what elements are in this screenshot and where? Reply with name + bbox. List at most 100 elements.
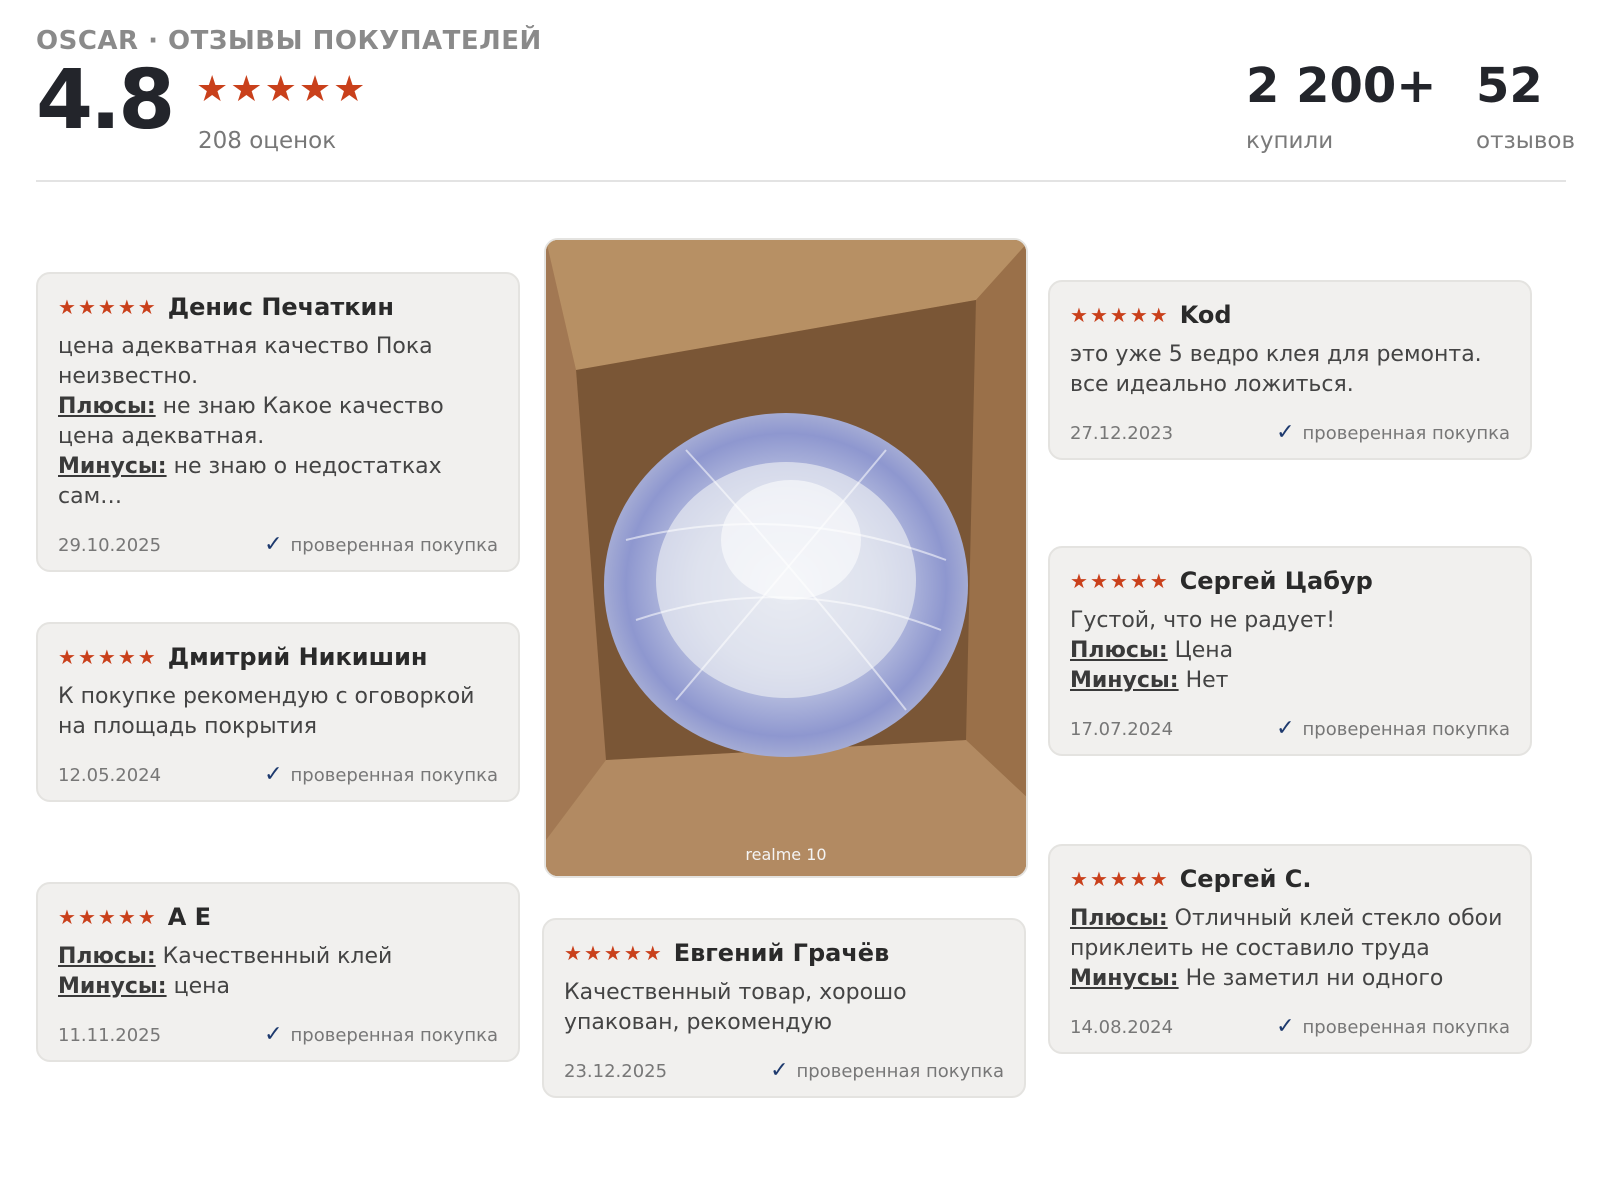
star-icon: ★ [77,905,96,929]
review-comment: Качественный товар, хорошо упакован, рек… [564,980,907,1035]
reviewer-name[interactable]: Денис Печаткин [168,293,394,321]
review-cons: Минусы: Не заметил ни одного [1070,964,1510,994]
pros-label: Плюсы: [1070,906,1168,931]
star-icon: ★ [623,941,642,965]
review-pros: Плюсы: Отличный клей стекло обои приклеи… [1070,904,1510,964]
star-icon: ★ [1149,867,1168,891]
review-card[interactable]: ★ ★ ★ ★ ★ Дмитрий Никишин К покупке рекоменд… [36,622,520,802]
pros-label: Плюсы: [1070,638,1168,663]
verified-purchase-badge: ✓ проверенная покупка [264,1024,498,1046]
star-icon: ★ [196,69,229,110]
star-icon: ★ [58,905,76,929]
cons-text: цена [173,974,230,999]
review-pros: Плюсы: Качественный клей [58,942,498,972]
review-stars: ★ ★ ★ ★ ★ [58,907,156,927]
star-icon: ★ [117,295,136,319]
reviewer-name[interactable]: A E [168,903,211,931]
star-icon: ★ [77,295,96,319]
review-date: 23.12.2025 [564,1060,668,1082]
star-icon: ★ [1129,303,1148,327]
checkmark-icon: ✓ [264,762,283,787]
checkmark-icon: ✓ [264,532,283,557]
pros-label: Плюсы: [58,944,156,969]
reviewer-name[interactable]: Евгений Грачёв [674,939,890,967]
review-cons: Минусы: не знаю о недостатках сам… [58,452,498,512]
review-date: 17.07.2024 [1070,718,1174,740]
review-card[interactable]: ★ ★ ★ ★ ★ Сергей Цабур Густой, что не радует… [1048,546,1532,756]
pros-label: Плюсы: [58,394,156,419]
pros-text: Качественный клей [162,944,393,969]
review-text: К покупке рекомендую с оговоркой на площ… [58,682,498,742]
star-icon: ★ [117,905,136,929]
cons-label: Минусы: [58,454,167,479]
reviewer-name[interactable]: Дмитрий Никишин [168,643,428,671]
review-date: 14.08.2024 [1070,1016,1174,1038]
star-icon: ★ [643,941,662,965]
bought-count: 2 200+ [1246,58,1437,114]
bought-stat: 2 200+ купили [1246,62,1437,154]
star-icon: ★ [230,69,263,110]
review-pros: Плюсы: не знаю Какое качество цена адекв… [58,392,498,452]
cons-text: Нет [1185,668,1229,693]
verified-purchase-badge: ✓ проверенная покупка [264,764,498,786]
review-stars: ★ ★ ★ ★ ★ [1070,571,1168,591]
verified-purchase-badge: ✓ проверенная покупка [264,534,498,556]
review-stars: ★ ★ ★ ★ ★ [1070,869,1168,889]
review-date: 12.05.2024 [58,764,162,786]
star-icon: ★ [77,645,96,669]
star-icon: ★ [1109,569,1128,593]
reviewer-name[interactable]: Сергей С. [1180,865,1312,893]
review-stars: ★ ★ ★ ★ ★ [58,647,156,667]
reviewer-name[interactable]: Kod [1180,301,1232,329]
star-icon: ★ [1070,867,1088,891]
brand-title: OSCAR · ОТЗЫВЫ ПОКУПАТЕЛЕЙ [36,26,542,56]
verified-label: проверенная покупка [1302,422,1510,444]
star-icon: ★ [1109,303,1128,327]
review-text: цена адекватная качество Пока неизвестно… [58,332,498,512]
star-icon: ★ [58,295,76,319]
review-comment: это уже 5 ведро клея для ремонта. все ид… [1070,342,1482,397]
reviewer-name[interactable]: Сергей Цабур [1180,567,1373,595]
star-icon: ★ [564,941,582,965]
review-card[interactable]: ★ ★ ★ ★ ★ Евгений Грачёв Качественный товар,… [542,918,1026,1098]
star-icon: ★ [1149,303,1168,327]
box-photo-illustration [546,240,1026,876]
review-card[interactable]: ★ ★ ★ ★ ★ Kod это уже 5 ведро клея для ремон… [1048,280,1532,460]
rating-summary-header: OSCAR · ОТЗЫВЫ ПОКУПАТЕЛЕЙ 4.8 ★ ★ ★ ★ ★… [36,0,1575,182]
review-stars: ★ ★ ★ ★ ★ [58,297,156,317]
reviews-count: 52 [1476,58,1543,114]
review-pros: Плюсы: Цена [1070,636,1510,666]
ratings-count: 208 оценок [198,128,337,154]
review-date: 11.11.2025 [58,1024,162,1046]
review-photo[interactable]: realme 10 [544,238,1028,878]
reviews-label: отзывов [1476,128,1576,154]
review-card[interactable]: ★ ★ ★ ★ ★ Сергей С. Плюсы: Отличный клей сте… [1048,844,1532,1054]
verified-label: проверенная покупка [290,534,498,556]
review-comment: К покупке рекомендую с оговоркой на площ… [58,684,475,739]
photo-caption: realme 10 [745,845,827,864]
star-icon: ★ [58,645,76,669]
review-comment: цена адекватная качество Пока неизвестно… [58,334,433,389]
checkmark-icon: ✓ [770,1058,789,1083]
review-card[interactable]: ★ ★ ★ ★ ★ A E Плюсы: Качественный клей Минус… [36,882,520,1062]
star-icon: ★ [1070,303,1088,327]
star-icon: ★ [137,295,156,319]
star-icon: ★ [333,69,366,110]
star-icon: ★ [1089,569,1108,593]
verified-label: проверенная покупка [796,1060,1004,1082]
cons-label: Минусы: [1070,668,1179,693]
verified-label: проверенная покупка [1302,718,1510,740]
review-cons: Минусы: Нет [1070,666,1510,696]
review-card[interactable]: ★ ★ ★ ★ ★ Денис Печаткин цена адекватная кач… [36,272,520,572]
review-date: 27.12.2023 [1070,422,1174,444]
review-text: Плюсы: Качественный клей Минусы: цена [58,942,498,1002]
star-icon: ★ [1149,569,1168,593]
star-icon: ★ [583,941,602,965]
star-icon: ★ [1070,569,1088,593]
average-rating-stars: ★ ★ ★ ★ ★ [196,72,365,108]
star-icon: ★ [117,645,136,669]
review-date: 29.10.2025 [58,534,162,556]
review-stars: ★ ★ ★ ★ ★ [1070,305,1168,325]
cons-label: Минусы: [1070,966,1179,991]
verified-purchase-badge: ✓ проверенная покупка [1276,718,1510,740]
